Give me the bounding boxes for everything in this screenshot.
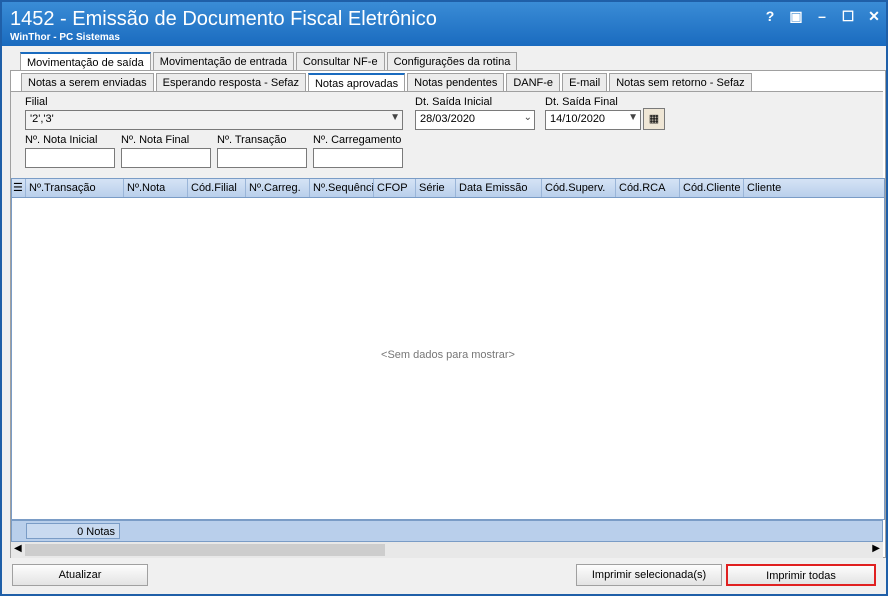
nota-inicial-label: Nº. Nota Inicial <box>25 134 98 146</box>
column-data-emissao[interactable]: Data Emissão <box>456 179 542 197</box>
empty-message: <Sem dados para mostrar> <box>381 349 515 361</box>
column-cliente[interactable]: Cliente <box>744 179 878 197</box>
dt-inicial-label: Dt. Saída Inicial <box>415 96 493 108</box>
title-bar: 1452 - Emissão de Documento Fiscal Eletr… <box>2 2 886 46</box>
tab-movimentacao-entrada[interactable]: Movimentação de entrada <box>152 52 294 72</box>
notes-count: 0 Notas <box>26 523 120 539</box>
scroll-thumb[interactable] <box>25 544 385 556</box>
window-title: 1452 - Emissão de Documento Fiscal Eletr… <box>10 8 437 30</box>
carregamento-label: Nº. Carregamento <box>313 134 402 146</box>
notes-grid: ☰ Nº.Transação Nº.Nota Cód.Filial Nº.Car… <box>11 178 885 520</box>
tab-notas-pendentes[interactable]: Notas pendentes <box>407 73 505 93</box>
scroll-right-icon[interactable]: ▶ <box>872 543 880 554</box>
column-cod-filial[interactable]: Cód.Filial <box>188 179 246 197</box>
horizontal-scrollbar[interactable]: ◀ ▶ <box>11 542 883 558</box>
column-cfop[interactable]: CFOP <box>374 179 416 197</box>
maximize-icon[interactable]: ☐ <box>840 8 856 25</box>
chevron-down-icon[interactable]: ▼ <box>628 112 638 123</box>
tab-email[interactable]: E-mail <box>562 73 608 93</box>
dt-final-value: 14/10/2020 <box>550 113 606 125</box>
window-controls: ? ▣ – ☐ ✕ <box>762 8 882 25</box>
grid-footer: 0 Notas <box>11 520 883 542</box>
chevron-down-icon[interactable]: ⌄ <box>524 112 532 123</box>
main-tab-panel: Notas a serem enviadas Esperando respost… <box>10 70 886 558</box>
column-cod-superv[interactable]: Cód.Superv. <box>542 179 616 197</box>
tab-notas-sem-retorno[interactable]: Notas sem retorno - Sefaz <box>609 73 752 93</box>
window-subtitle: WinThor - PC Sistemas <box>10 32 120 43</box>
filial-value: '2','3' <box>30 113 54 125</box>
imprimir-selecionada-button[interactable]: Imprimir selecionada(s) <box>576 564 722 586</box>
chevron-down-icon[interactable]: ▼ <box>390 112 400 123</box>
dt-inicial-field[interactable]: 28/03/2020 ⌄ <box>415 110 535 130</box>
column-carreg[interactable]: Nº.Carreg. <box>246 179 310 197</box>
sub-tab-panel: Filial '2','3' ▼ Dt. Saída Inicial 28/03… <box>11 91 885 558</box>
column-sequencia[interactable]: Nº.Sequência <box>310 179 374 197</box>
minimize-icon[interactable]: – <box>814 8 830 25</box>
help-icon[interactable]: ? <box>762 8 778 25</box>
dt-final-label: Dt. Saída Final <box>545 96 618 108</box>
filial-combo[interactable]: '2','3' ▼ <box>25 110 403 130</box>
tab-danfe[interactable]: DANF-e <box>506 73 561 93</box>
tab-configuracoes[interactable]: Configurações da rotina <box>386 52 518 72</box>
tab-notas-enviadas[interactable]: Notas a serem enviadas <box>21 73 154 93</box>
nota-final-label: Nº. Nota Final <box>121 134 190 146</box>
calendar-icon[interactable]: ▦ <box>643 108 665 130</box>
transacao-label: Nº. Transação <box>217 134 287 146</box>
app-window: 1452 - Emissão de Documento Fiscal Eletr… <box>0 0 888 596</box>
tab-consultar-nfe[interactable]: Consultar NF-e <box>295 52 385 72</box>
imprimir-todas-button[interactable]: Imprimir todas <box>726 564 876 586</box>
close-icon[interactable]: ✕ <box>866 8 882 25</box>
scroll-left-icon[interactable]: ◀ <box>14 543 22 554</box>
atualizar-button[interactable]: Atualizar <box>12 564 148 586</box>
column-chooser-icon[interactable]: ☰ <box>12 179 26 197</box>
column-cod-rca[interactable]: Cód.RCA <box>616 179 680 197</box>
client-area: Movimentação de saída Movimentação de en… <box>6 48 886 594</box>
carregamento-input[interactable] <box>313 148 403 168</box>
nota-inicial-input[interactable] <box>25 148 115 168</box>
column-transacao[interactable]: Nº.Transação <box>26 179 124 197</box>
dt-final-field[interactable]: 14/10/2020 ▼ <box>545 110 641 130</box>
column-serie[interactable]: Série <box>416 179 456 197</box>
tab-esperando-resposta[interactable]: Esperando resposta - Sefaz <box>155 73 306 93</box>
restore-icon[interactable]: ▣ <box>788 8 804 25</box>
transacao-input[interactable] <box>217 148 307 168</box>
grid-header: ☰ Nº.Transação Nº.Nota Cód.Filial Nº.Car… <box>12 179 884 198</box>
column-nota[interactable]: Nº.Nota <box>124 179 188 197</box>
column-cod-cliente[interactable]: Cód.Cliente <box>680 179 744 197</box>
dt-inicial-value: 28/03/2020 <box>420 113 476 125</box>
filial-label: Filial <box>25 96 48 108</box>
nota-final-input[interactable] <box>121 148 211 168</box>
